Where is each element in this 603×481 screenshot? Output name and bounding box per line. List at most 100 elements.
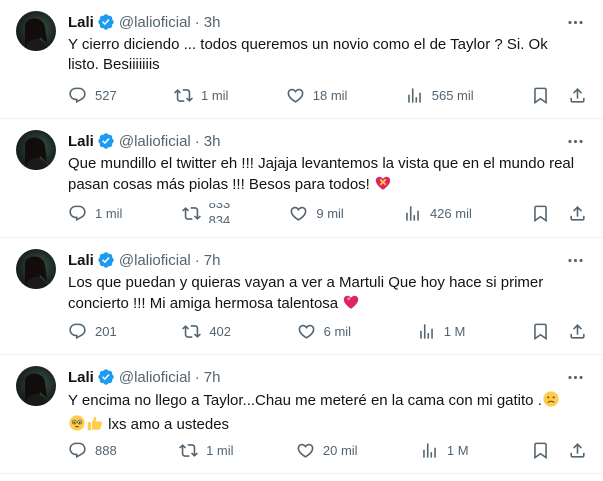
reply-button[interactable]: 1 mil	[68, 204, 122, 223]
retweet-button[interactable]: 1 mil	[179, 441, 234, 460]
reply-icon	[68, 204, 87, 223]
view-count: 426 mil	[429, 205, 472, 221]
reply-count: 888	[95, 442, 117, 458]
author-handle[interactable]: @lalioficial	[119, 369, 191, 386]
bookmark-icon[interactable]	[531, 86, 550, 105]
heart-with-ribbon-emoji	[374, 174, 392, 198]
retweet-button[interactable]: 833 834	[182, 203, 231, 223]
action-group-right	[531, 204, 587, 223]
view-count: 1 M	[443, 323, 466, 339]
like-button[interactable]: 20 mil	[296, 441, 358, 460]
views-icon	[420, 441, 439, 460]
author-name[interactable]: Lali	[68, 369, 94, 386]
action-group-right	[531, 86, 587, 105]
reply-count: 527	[95, 87, 117, 103]
tweet-time[interactable]: 3h	[204, 133, 221, 150]
author-handle[interactable]: @lalioficial	[119, 252, 191, 269]
author-handle[interactable]: @lalioficial	[119, 133, 191, 150]
share-icon[interactable]	[568, 86, 587, 105]
bookmark-icon[interactable]	[531, 204, 550, 223]
bookmark-icon[interactable]	[531, 322, 550, 341]
retweet-count-next: 834	[208, 213, 231, 223]
tweet-2[interactable]: Lali @lalioficial · 3h Que mundillo el t…	[0, 119, 603, 238]
retweet-count: 1 mil	[206, 442, 234, 458]
separator-dot: ·	[194, 251, 200, 269]
share-icon[interactable]	[568, 322, 587, 341]
reply-icon	[68, 86, 87, 105]
tweet-actions: 888 1 mil 20 mil 1 M	[68, 440, 587, 460]
tweet-3[interactable]: Lali @lalioficial · 7h Los que puedan y …	[0, 238, 603, 355]
views-icon	[417, 322, 436, 341]
retweet-count: 402	[209, 323, 232, 339]
author-name[interactable]: Lali	[68, 133, 94, 150]
view-count: 1 M	[446, 442, 469, 458]
avatar[interactable]	[16, 11, 56, 51]
tweet-time[interactable]: 7h	[204, 252, 221, 269]
retweet-count: 1 mil	[201, 87, 229, 103]
action-group-right	[531, 441, 587, 460]
verified-badge-icon	[97, 368, 115, 386]
author-handle[interactable]: @lalioficial	[119, 14, 191, 31]
like-button[interactable]: 6 mil	[297, 322, 351, 341]
like-icon	[296, 441, 315, 460]
retweet-button[interactable]: 402	[182, 322, 231, 341]
tweet-actions: 527 1 mil 18 mil 565 mil	[68, 85, 587, 105]
slightly-frowning-face-emoji	[542, 390, 560, 414]
views-button[interactable]: 1 M	[417, 322, 466, 341]
reply-button[interactable]: 888	[68, 441, 117, 460]
separator-dot: ·	[194, 13, 200, 31]
reply-count: 201	[95, 323, 117, 339]
like-count: 9 mil	[316, 205, 344, 221]
like-button[interactable]: 18 mil	[286, 86, 348, 105]
retweet-count-rolling: 833 834	[209, 203, 231, 223]
views-button[interactable]: 426 mil	[403, 204, 472, 223]
retweet-icon	[182, 322, 201, 341]
tweet-text: Y encima no llego a Taylor...Chau me met…	[68, 390, 578, 438]
reply-icon	[68, 322, 87, 341]
tweet-actions: 1 mil 833 834 9 mil 426 mil	[68, 203, 587, 223]
retweet-icon	[174, 86, 193, 105]
more-dots-icon[interactable]	[565, 367, 585, 387]
views-button[interactable]: 1 M	[420, 441, 469, 460]
retweet-icon	[179, 441, 198, 460]
more-dots-icon[interactable]	[565, 131, 585, 151]
author-name[interactable]: Lali	[68, 252, 94, 269]
tweet-text: Y cierro diciendo ... todos queremos un …	[68, 36, 548, 73]
thumbs-up-emoji	[86, 414, 104, 438]
more-dots-icon[interactable]	[565, 12, 585, 32]
verified-badge-icon	[97, 251, 115, 269]
author-name[interactable]: Lali	[68, 14, 94, 31]
tweet-1[interactable]: Lali @lalioficial · 3h Y cierro diciendo…	[0, 0, 603, 119]
views-button[interactable]: 565 mil	[405, 86, 474, 105]
views-icon	[403, 204, 422, 223]
tweet-time[interactable]: 3h	[204, 14, 221, 31]
tweet-time[interactable]: 7h	[204, 369, 221, 386]
share-icon[interactable]	[568, 441, 587, 460]
tweet-actions: 201 402 6 mil 1 M	[68, 321, 587, 341]
retweet-button[interactable]: 1 mil	[174, 86, 228, 105]
more-dots-icon[interactable]	[565, 250, 585, 270]
like-icon	[297, 322, 316, 341]
verified-badge-icon	[97, 13, 115, 31]
tweet-header: Lali @lalioficial · 7h	[68, 250, 220, 270]
avatar[interactable]	[16, 130, 56, 170]
share-icon[interactable]	[568, 204, 587, 223]
separator-dot: ·	[194, 132, 200, 150]
retweet-count: 833	[208, 203, 231, 211]
tweet-text: Los que puedan y quieras vayan a ver a M…	[68, 273, 578, 317]
reply-button[interactable]: 527	[68, 86, 117, 105]
tweet-4[interactable]: Lali @lalioficial · 7h Y encima no llego…	[0, 355, 603, 474]
like-icon	[286, 86, 305, 105]
reply-button[interactable]: 201	[68, 322, 117, 341]
like-button[interactable]: 9 mil	[289, 204, 344, 223]
tweet-text: Que mundillo el twitter eh !!! Jajaja le…	[68, 154, 578, 198]
pleading-face-emoji	[68, 414, 86, 438]
avatar[interactable]	[16, 249, 56, 289]
tweet-header: Lali @lalioficial · 3h	[68, 131, 220, 151]
bookmark-icon[interactable]	[531, 441, 550, 460]
verified-badge-icon	[97, 132, 115, 150]
reply-icon	[68, 441, 87, 460]
avatar[interactable]	[16, 366, 56, 406]
views-icon	[405, 86, 424, 105]
like-count: 18 mil	[312, 87, 348, 103]
